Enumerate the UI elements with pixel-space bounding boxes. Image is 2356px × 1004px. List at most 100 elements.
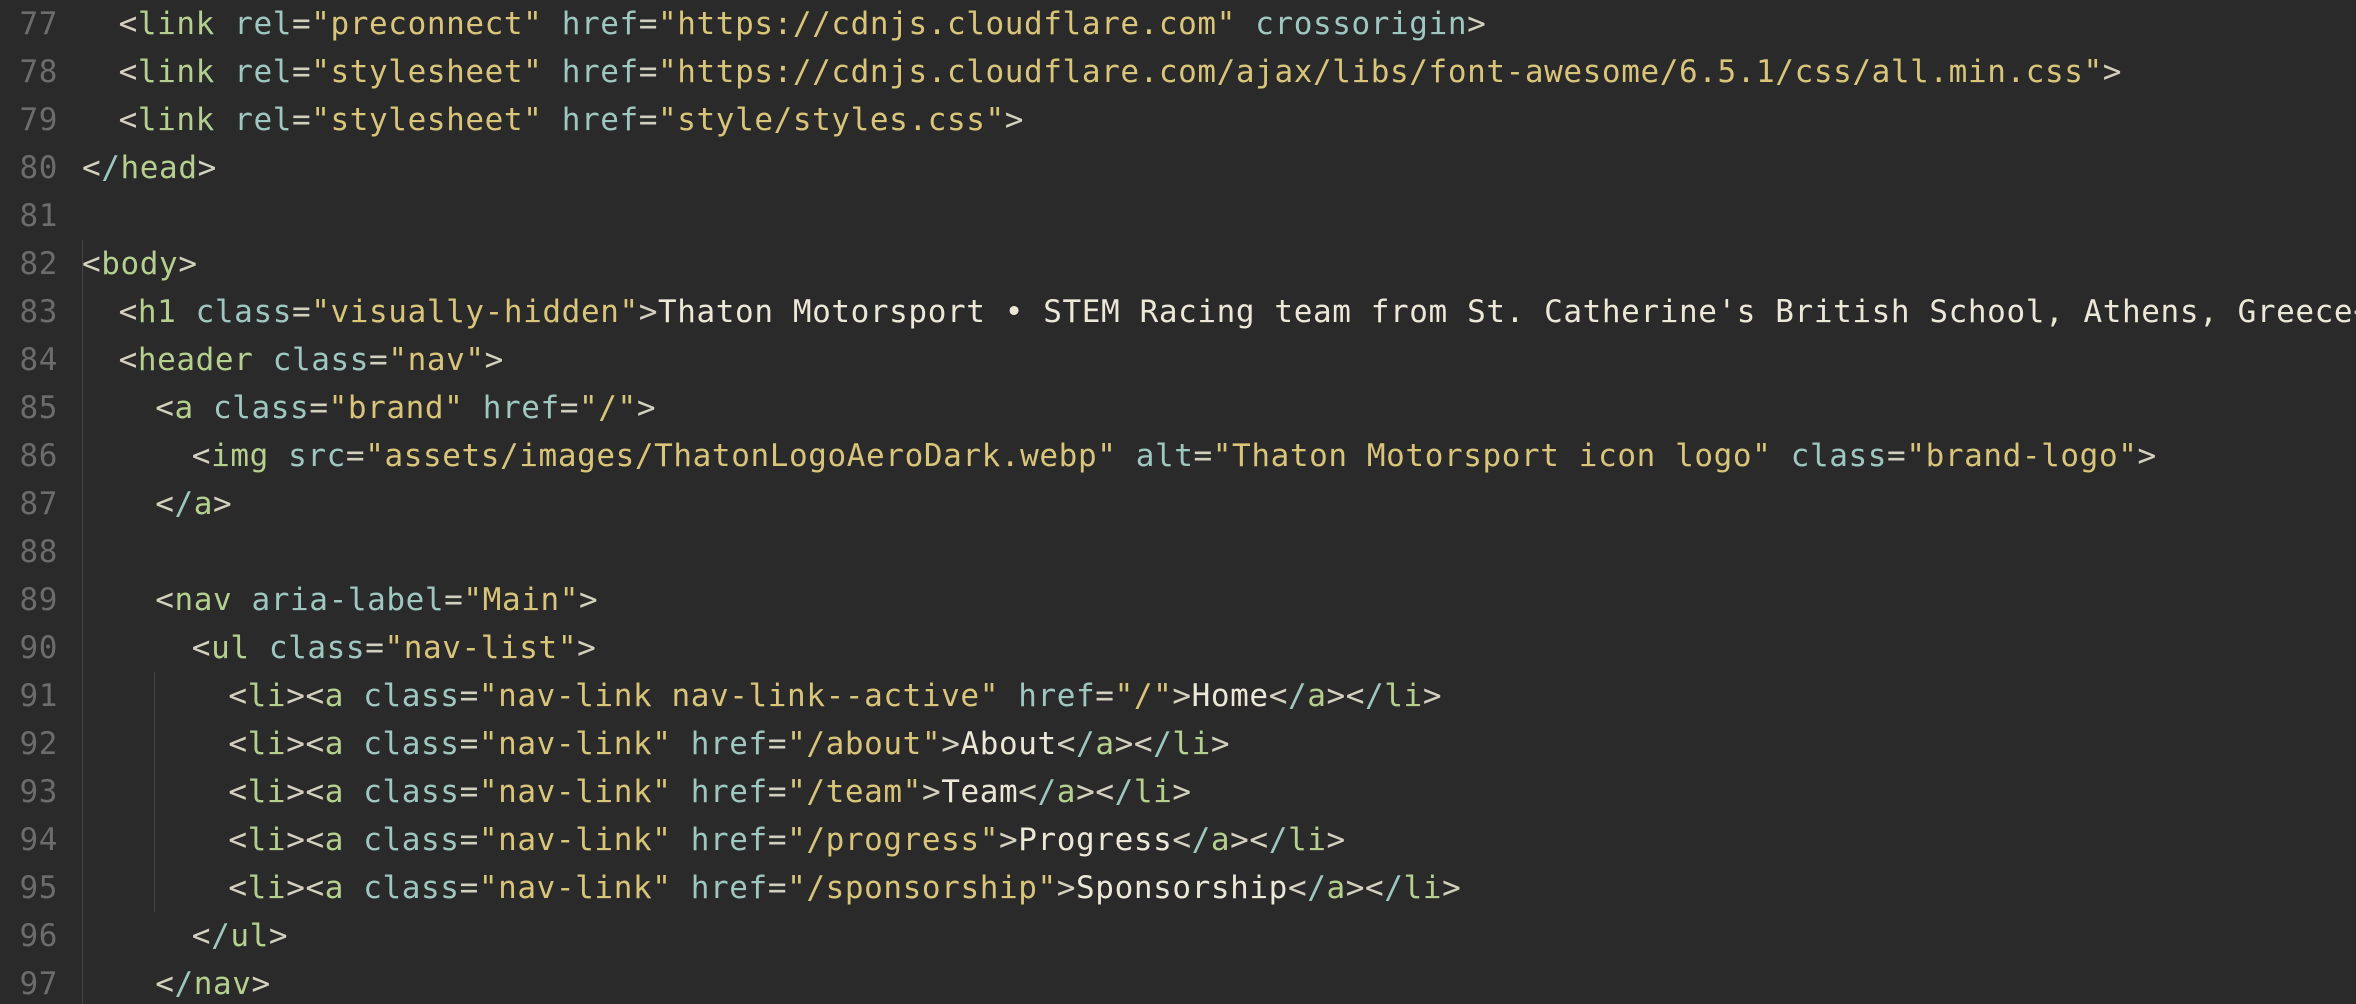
code-line[interactable]: 94 <li><a class="nav-link" href="/progres… (0, 816, 2356, 864)
code-token-str: "brand-logo" (1906, 438, 2138, 474)
code-line[interactable]: 93 <li><a class="nav-link" href="/team">T… (0, 768, 2356, 816)
code-token-punct: > (1442, 870, 1462, 906)
code-line[interactable]: 90 <ul class="nav-list"> (0, 624, 2356, 672)
code-line[interactable]: 89 <nav aria-label="Main"> (0, 576, 2356, 624)
code-token-attr: class (195, 294, 292, 330)
line-number: 84 (19, 342, 58, 378)
code-content: <body> (82, 240, 198, 288)
code-token-tag: li (1172, 726, 1211, 762)
code-line[interactable]: 87 </a> (0, 480, 2356, 528)
code-token-punct: > (577, 630, 597, 666)
code-token-punct: > (1467, 6, 1487, 42)
code-token-punct: < (228, 822, 248, 858)
code-line[interactable]: 82 <body> (0, 240, 2356, 288)
code-token-attr: class (363, 678, 460, 714)
code-line[interactable]: 91 <li><a class="nav-link nav-link--activ… (0, 672, 2356, 720)
code-line[interactable]: 92 <li><a class="nav-link" href="/about">… (0, 720, 2356, 768)
code-token-tag: a (174, 390, 194, 426)
code-token-tag: li (1133, 774, 1173, 810)
code-token-tag: header (137, 342, 254, 378)
code-token-punct: < (191, 438, 212, 474)
code-line[interactable]: 85 <a class="brand" href="/"> (0, 384, 2356, 432)
code-token-tag: a (324, 870, 344, 906)
code-token-str: "/progress" (787, 822, 999, 858)
code-token-attr: class (363, 726, 460, 762)
code-token-punct: < (118, 102, 138, 138)
code-line[interactable]: 86 <img src="assets/images/ThatonLogoAero… (0, 432, 2356, 480)
code-token-str: "preconnect" (311, 6, 543, 42)
code-token-attr: alt (1135, 438, 1194, 474)
line-number: 80 (19, 150, 58, 186)
code-content: </nav> (155, 960, 271, 1004)
code-token-str: "nav-link" (478, 870, 672, 906)
line-number: 97 (19, 966, 58, 1002)
code-token-punct: > (998, 822, 1019, 858)
code-token-punct: = (369, 342, 389, 378)
code-token-attr: class (268, 630, 366, 666)
code-line[interactable]: 78 <link rel="stylesheet" href="https://c… (0, 48, 2356, 96)
code-token-str: "https://cdnjs.cloudflare.com/ajax/libs/… (658, 54, 2103, 90)
code-token-tag: img (211, 438, 269, 474)
code-line[interactable]: 88 (0, 528, 2356, 576)
line-number: 92 (19, 726, 58, 762)
code-token-tag: link (137, 6, 215, 42)
line-number: 77 (19, 6, 58, 42)
code-token-punct: > (197, 150, 217, 186)
code-line[interactable]: 80 </head> (0, 144, 2356, 192)
code-token-tag: li (247, 774, 287, 810)
code-token-punct: = (767, 822, 788, 858)
code-line[interactable]: 77 <link rel="preconnect" href="https://c… (0, 0, 2356, 48)
code-token-punct: < (118, 6, 138, 42)
code-token-slash: / (1153, 726, 1173, 762)
code-line[interactable]: 97 </nav> (0, 960, 2356, 1004)
line-number: 81 (19, 198, 58, 234)
code-token-punct: > (2102, 54, 2123, 90)
code-token-punct: = (767, 870, 788, 906)
code-line[interactable]: 83 <h1 class="visually-hidden">Thaton Mot… (0, 288, 2356, 336)
code-token-punct: > (212, 486, 233, 522)
line-number: 95 (19, 870, 58, 906)
code-token-str: "Main" (463, 582, 580, 618)
code-content: <li><a class="nav-link" href="/about">Ab… (228, 720, 1230, 768)
code-token-text: Progress (1018, 822, 1173, 858)
line-number: 87 (19, 486, 58, 522)
code-editor[interactable]: 77 <link rel="preconnect" href="https://c… (0, 0, 2356, 1004)
code-token-punct: > (1004, 102, 1025, 138)
code-token-punct: > (484, 342, 504, 378)
code-token-attr: href (690, 870, 768, 906)
code-token-text: About (960, 726, 1057, 762)
code-token-str: "nav-link" (478, 774, 672, 810)
code-line[interactable]: 81 (0, 192, 2356, 240)
code-token-attr: href (482, 390, 560, 426)
code-token-punct: > (1172, 774, 1192, 810)
code-token-punct: < (1018, 774, 1038, 810)
code-token-punct: < (1287, 870, 1308, 906)
code-token-punct: > (921, 774, 942, 810)
code-token-punct: >< (1345, 870, 1385, 906)
code-token-attr: class (1790, 438, 1888, 474)
code-token-punct: >< (286, 870, 325, 906)
code-token-str: "https://cdnjs.cloudflare.com" (658, 6, 1236, 42)
code-line[interactable]: 96 </ul> (0, 912, 2356, 960)
code-token-str: "/about" (787, 726, 942, 762)
code-token-punct: < (82, 150, 102, 186)
code-line[interactable]: 79 <link rel="stylesheet" href="style/sty… (0, 96, 2356, 144)
code-token-punct: = (291, 102, 312, 138)
code-token-str: "/" (579, 390, 637, 426)
code-line[interactable]: 95 <li><a class="nav-link" href="/sponsor… (0, 864, 2356, 912)
code-token-tag: li (247, 822, 287, 858)
code-line[interactable]: 84 <header class="nav"> (0, 336, 2356, 384)
code-token-str: "nav" (388, 342, 485, 378)
code-token-text: Thaton Motorsport • STEM Racing team fro… (658, 294, 2354, 330)
code-token-tag: li (1384, 678, 1423, 714)
code-token-attr: rel (234, 54, 292, 90)
code-token-slash: / (1287, 678, 1308, 714)
code-token-tag: ul (211, 630, 250, 666)
